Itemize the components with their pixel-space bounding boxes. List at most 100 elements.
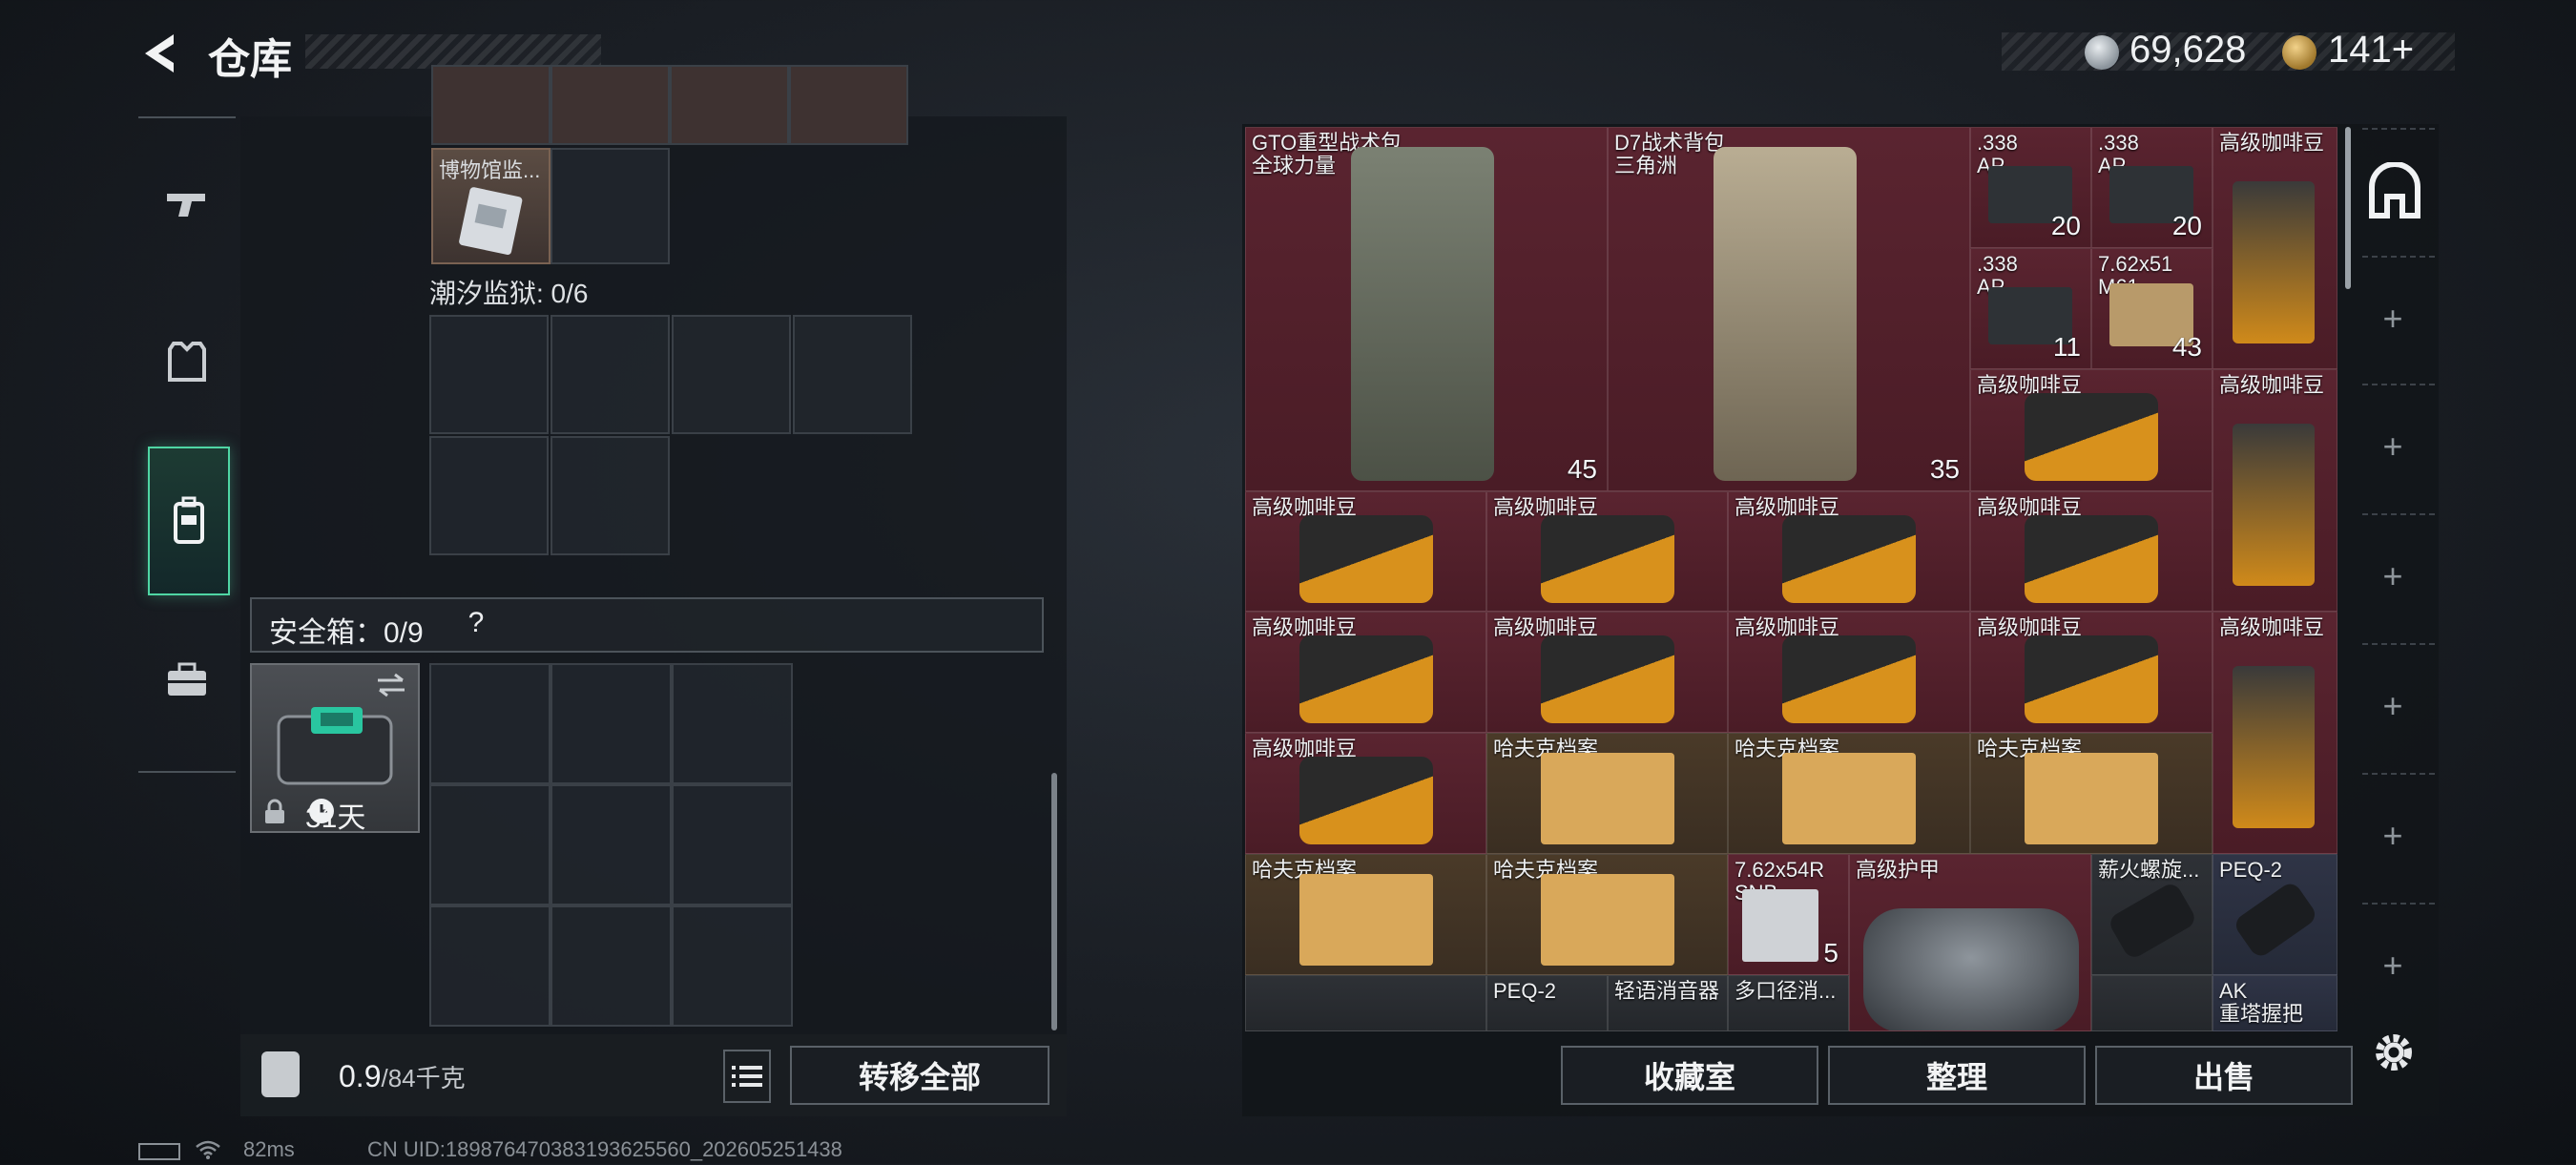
settings-gear-icon[interactable] bbox=[2370, 1029, 2418, 1076]
stash-item[interactable]: 高级咖啡豆 bbox=[2212, 612, 2337, 854]
stash-item[interactable]: 哈夫克档案 bbox=[1728, 733, 1970, 854]
stash-item[interactable]: 高级咖啡豆 bbox=[1245, 733, 1486, 854]
item-name: 轻语消音器 bbox=[1614, 979, 1720, 1003]
stash-item[interactable]: 高级咖啡豆 bbox=[1486, 612, 1728, 733]
rail-divider bbox=[2362, 513, 2435, 515]
grid-cell[interactable] bbox=[789, 65, 908, 145]
file-folder-image bbox=[2025, 753, 2158, 844]
stash-scrollbar[interactable] bbox=[2345, 127, 2351, 289]
grid-cell[interactable] bbox=[429, 784, 551, 905]
stash-item[interactable]: .338 AP20 bbox=[2091, 127, 2212, 248]
grid-cell[interactable] bbox=[672, 784, 793, 905]
museum-item[interactable]: 博物馆监... bbox=[431, 148, 551, 264]
stash-item[interactable]: 高级咖啡豆 bbox=[1486, 491, 1728, 612]
coffee-bag-image bbox=[1541, 635, 1674, 723]
stash-item[interactable]: GTO重型战术包 全球力量 45 bbox=[1245, 127, 1608, 491]
item-name: 高级咖啡豆 bbox=[2219, 373, 2325, 397]
stash-item[interactable]: 高级咖啡豆 bbox=[1728, 612, 1970, 733]
grid-cell[interactable] bbox=[670, 65, 789, 145]
stash-item[interactable]: 哈夫克档案 bbox=[1486, 854, 1728, 975]
grid-cell[interactable] bbox=[551, 148, 670, 264]
grid-cell[interactable] bbox=[551, 905, 672, 1027]
title-decoration bbox=[305, 34, 601, 69]
nav-armor[interactable] bbox=[148, 322, 226, 401]
nav-toolbox[interactable] bbox=[148, 641, 226, 719]
item-name: 高级咖啡豆 bbox=[2219, 131, 2325, 155]
coffee-bag-image bbox=[2233, 424, 2315, 586]
stash-item[interactable]: 轻语消音器 bbox=[1608, 975, 1728, 1031]
nav-weapons[interactable] bbox=[148, 164, 226, 242]
stash-item[interactable]: 高级咖啡豆 bbox=[1245, 491, 1486, 612]
help-button[interactable]: ? bbox=[458, 607, 494, 643]
stash-item[interactable]: .338 AP20 bbox=[1970, 127, 2091, 248]
carry-weight: 0.9/84千克 bbox=[339, 1059, 466, 1094]
coffee-bag-image bbox=[1541, 515, 1674, 603]
add-tab-icon[interactable]: + bbox=[2374, 817, 2412, 855]
grid-cell[interactable] bbox=[672, 663, 793, 784]
armor-bag-image bbox=[1863, 908, 2079, 1030]
stash-item[interactable]: AK 重塔握把 bbox=[2212, 975, 2337, 1031]
stash-item[interactable]: 7.62x51 M6143 bbox=[2091, 248, 2212, 369]
add-tab-icon[interactable]: + bbox=[2374, 947, 2412, 985]
nav-backpack[interactable] bbox=[148, 447, 230, 595]
stash-item[interactable]: .338 AP11 bbox=[1970, 248, 2091, 369]
list-view-button[interactable] bbox=[723, 1050, 771, 1103]
stash-item[interactable]: 哈夫克档案 bbox=[1486, 733, 1728, 854]
tide-prison-label: 潮汐监狱: 0/6 bbox=[429, 279, 589, 308]
stash-item[interactable]: PEQ-2 bbox=[2212, 854, 2337, 975]
back-arrow-icon[interactable] bbox=[134, 27, 187, 80]
stash-item[interactable]: 高级护甲 bbox=[1849, 854, 2091, 1031]
attachment-image bbox=[2106, 880, 2199, 962]
stash-item[interactable]: 高级咖啡豆 bbox=[2212, 369, 2337, 612]
grid-cell[interactable] bbox=[672, 905, 793, 1027]
grid-cell[interactable] bbox=[429, 315, 549, 434]
stash-item-empty[interactable] bbox=[2091, 975, 2212, 1031]
stash-item-empty[interactable] bbox=[1245, 975, 1486, 1031]
grid-cell[interactable] bbox=[551, 315, 670, 434]
stash-item[interactable]: 哈夫克档案 bbox=[1970, 733, 2212, 854]
stash-home-icon[interactable] bbox=[2364, 161, 2425, 223]
add-tab-icon[interactable]: + bbox=[2374, 557, 2412, 595]
file-folder-image bbox=[1299, 874, 1433, 966]
battery-icon bbox=[138, 1143, 180, 1160]
grid-cell[interactable] bbox=[551, 65, 670, 145]
stash-item[interactable]: 7.62x54R SNB5 bbox=[1728, 854, 1849, 975]
stash-grid: GTO重型战术包 全球力量 45 D7战术背包 三角洲 35 .338 AP20… bbox=[1245, 127, 2337, 1031]
weight-icon bbox=[261, 1051, 300, 1097]
grid-cell[interactable] bbox=[429, 905, 551, 1027]
add-tab-icon[interactable]: + bbox=[2374, 427, 2412, 466]
collection-room-button[interactable]: 收藏室 bbox=[1561, 1046, 1818, 1105]
stash-item[interactable]: PEQ-2 bbox=[1486, 975, 1608, 1031]
stash-item[interactable]: 高级咖啡豆 bbox=[1970, 491, 2212, 612]
stash-item[interactable]: 哈夫克档案 bbox=[1245, 854, 1486, 975]
grid-cell[interactable] bbox=[793, 315, 912, 434]
stash-item[interactable]: 多口径消... bbox=[1728, 975, 1849, 1031]
grid-cell[interactable] bbox=[429, 663, 551, 784]
stash-item[interactable]: 高级咖啡豆 bbox=[1970, 612, 2212, 733]
bond-amount[interactable]: 141+ bbox=[2328, 29, 2414, 72]
left-scrollbar[interactable] bbox=[1051, 773, 1057, 1030]
grid-cell[interactable] bbox=[429, 436, 549, 555]
add-tab-icon[interactable]: + bbox=[2374, 687, 2412, 725]
stash-item[interactable]: 薪火螺旋... bbox=[2091, 854, 2212, 975]
transfer-all-button[interactable]: 转移全部 bbox=[790, 1046, 1049, 1105]
item-name: D7战术背包 三角洲 bbox=[1614, 131, 1726, 177]
coffee-bag-image bbox=[2025, 515, 2158, 603]
add-tab-icon[interactable]: + bbox=[2374, 300, 2412, 338]
item-name: 多口径消... bbox=[1735, 979, 1837, 1003]
grid-cell[interactable] bbox=[551, 784, 672, 905]
rail-divider bbox=[2362, 773, 2435, 775]
item-quantity: 43 bbox=[2171, 332, 2202, 362]
stash-item[interactable]: 高级咖啡豆 bbox=[1245, 612, 1486, 733]
stash-item[interactable]: 高级咖啡豆 bbox=[1728, 491, 1970, 612]
stash-item[interactable]: 高级咖啡豆 bbox=[2212, 127, 2337, 369]
stash-item[interactable]: D7战术背包 三角洲 35 bbox=[1608, 127, 1970, 491]
stash-item[interactable]: 高级咖啡豆 bbox=[1970, 369, 2212, 491]
grid-cell[interactable] bbox=[672, 315, 791, 434]
uid-text: CN UID:189876470383193625560_20260525143… bbox=[367, 1137, 842, 1161]
grid-cell[interactable] bbox=[551, 436, 670, 555]
sell-button[interactable]: 出售 bbox=[2095, 1046, 2353, 1105]
sort-button[interactable]: 整理 bbox=[1828, 1046, 2086, 1105]
grid-cell[interactable] bbox=[551, 663, 672, 784]
grid-cell[interactable] bbox=[431, 65, 551, 145]
